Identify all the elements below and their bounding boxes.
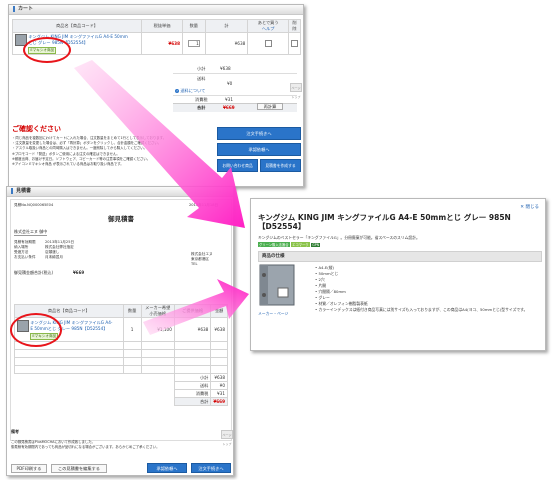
quote-shipping-row: 送料 ¥0	[15, 381, 228, 390]
col-list-price: メーカー希望小売価格	[140, 304, 175, 318]
qty-input[interactable]: 1	[187, 40, 200, 47]
spec-item: • カラーインデックスは紙付き商品写真には別サイズも入っておりますが、この商品は…	[315, 307, 528, 312]
product-detail-panel: ✕ 閉じる キングジム KING JIM キングファイルG A4-E 50mmと…	[250, 198, 546, 351]
maker-page-link[interactable]: メーカー・ページ	[258, 311, 288, 317]
table-row	[14, 365, 228, 374]
quote-shipping: ¥0	[210, 381, 228, 390]
quote-heading: 御見積書	[108, 215, 134, 223]
quote-tax: ¥31	[210, 389, 228, 398]
quote-subtotal-row: 小計 ¥638	[15, 373, 228, 382]
quote-item-price: ¥638	[173, 317, 212, 342]
page-top-tab[interactable]: ページトップ	[290, 83, 302, 99]
table-row	[14, 349, 228, 358]
cart-title: カート	[18, 6, 34, 12]
quote-item-list-price: ¥1,100	[140, 317, 175, 342]
quote-grand-total: ¥669	[210, 397, 228, 406]
quote-company: 株式会社エヌ 御中	[14, 229, 48, 236]
close-label: 閉じる	[525, 205, 540, 210]
quote-doc-no: 見積No.NQ000065E04	[14, 203, 54, 207]
inquiry-button[interactable]: お問い合わせ商品	[217, 159, 258, 172]
cart-panel: カート 商品名【商品コード】 税抜単価 数量 計 あとで買う ヘルプ 削除 キング…	[8, 4, 304, 187]
approval-button[interactable]: 承認依頼へ	[217, 143, 301, 156]
quote-item-qty: 1	[122, 317, 142, 342]
col-price: ご提供価格	[173, 304, 212, 318]
shipping-info-label: 送料について	[180, 88, 206, 93]
quote-tax-label: 消費税	[173, 389, 212, 398]
shipping-info-link[interactable]: ? 送料について	[175, 88, 205, 94]
cart-subtotal: ¥638	[220, 66, 231, 71]
spec-header: 商品の仕様	[258, 251, 542, 262]
edit-quote-button[interactable]: この見積書を編集する	[51, 464, 107, 473]
cart-grand-total: ¥669	[223, 105, 235, 110]
product-title: キングジム KING JIM キングファイルG A4-E 50mmとじ グレー …	[258, 213, 511, 231]
confirm-line-3: ・アスクル取扱い商品との同時購入はできません。一度削除してから購入してください。	[12, 146, 148, 150]
delete-cell	[288, 32, 301, 55]
quote-title-bar: 見積書	[7, 187, 233, 197]
delete-checkbox[interactable]	[291, 39, 298, 47]
wish-checkbox[interactable]	[264, 39, 272, 47]
quote-info-label-4: お支払い条件	[14, 255, 36, 259]
cart-tax: ¥31	[225, 97, 233, 102]
col-wish: あとで買う ヘルプ	[247, 19, 289, 33]
approval-button[interactable]: 承認依頼へ	[147, 463, 187, 473]
col-qty: 数量	[122, 304, 142, 318]
quote-amount-label: 御見積金額合計(税込)	[14, 270, 54, 275]
quote-item-amount: ¥638	[210, 317, 228, 342]
page-top-tab[interactable]: ページトップ	[221, 430, 233, 446]
close-icon: ✕	[520, 205, 525, 210]
cart-grand-label: 合計	[197, 105, 206, 110]
create-quote-button[interactable]: 見積書を作成する	[260, 159, 301, 172]
col-delete: 削除	[288, 19, 301, 33]
quote-date: 2013年11月18日	[189, 203, 219, 207]
quote-issuer-tel: TEL	[191, 262, 198, 266]
quote-note-line-2: 御見積有効期間内であっても商品が品切れになる場合がございます。あらかじめご了承く…	[11, 445, 160, 449]
cart-subtotal-label: 小計	[197, 66, 206, 71]
pdf-print-button[interactable]: PDF印刷する	[11, 464, 47, 473]
eco-badge: エコマーク	[291, 242, 310, 247]
col-product: 商品名【商品コード】	[11, 19, 143, 33]
quote-grand-row: 合計 ¥669	[15, 397, 228, 406]
product-subtitle: キングジムのベストセラー「キングファイルG」。分冊廃棄が可能。省スペースのスリム…	[258, 235, 420, 240]
spec-list: • A4-E(縦) • 50mmとじ • 2穴 • 片開 • 穴間隔／80mm …	[315, 265, 537, 312]
recalculate-button[interactable]: 再計算	[257, 103, 283, 110]
quote-amount: ¥669	[73, 270, 85, 275]
checkout-button[interactable]: 注文手続きへ	[191, 463, 231, 473]
col-qty: 数量	[182, 19, 206, 33]
quote-subtotal: ¥638	[210, 373, 228, 382]
checkout-button[interactable]: 注文手続きへ	[217, 127, 301, 140]
spec-title: 商品の仕様	[262, 254, 285, 259]
cart-header-row: 商品名【商品コード】 税抜単価 数量 計 あとで買う ヘルプ 削除	[11, 19, 301, 33]
product-image	[259, 264, 295, 306]
green-badge: グリーン購入法適合	[258, 242, 290, 247]
quote-note-title: 備考	[11, 429, 19, 434]
quote-shipping-label: 送料	[173, 381, 212, 390]
quote-tax-row: 消費税 ¥31	[15, 389, 228, 398]
eco-badges: グリーン購入法適合 エコマーク GPN	[258, 242, 321, 248]
question-icon: ?	[175, 89, 179, 93]
gpn-badge: GPN	[311, 243, 321, 247]
close-button[interactable]: ✕ 閉じる	[520, 204, 539, 210]
cart-item-total: ¥638	[204, 32, 249, 55]
cart-item-price: ¥638	[141, 32, 184, 55]
col-amount: 金額	[210, 304, 228, 318]
quote-info-value-4: 月末締翌月	[45, 255, 63, 259]
quote-subtotal-label: 小計	[173, 373, 212, 382]
quote-grand-label: 合計	[173, 397, 212, 406]
confirm-box: ご確認ください ・同じ商品を複数回にわけてカートに入れた場合、注文数量をまとめて…	[12, 124, 212, 184]
cart-shipping-label: 送料	[197, 76, 206, 81]
wish-cell	[247, 32, 289, 55]
highlight-circle-cart	[23, 37, 71, 63]
col-unit-price: 税抜単価	[141, 19, 184, 33]
col-total: 計	[204, 19, 249, 33]
table-row	[14, 357, 228, 366]
cart-qty-cell: 1	[182, 32, 206, 55]
quote-title: 見積書	[16, 188, 32, 194]
highlight-circle-quote	[10, 313, 62, 347]
cart-title-bar: カート	[9, 5, 303, 15]
confirm-line-6: ※アイコン Eマキシオ商品 が表示されている商品はお取り扱い商品です。	[12, 162, 124, 166]
cart-shipping: ¥0	[227, 81, 233, 86]
confirm-title: ご確認ください	[12, 125, 61, 133]
